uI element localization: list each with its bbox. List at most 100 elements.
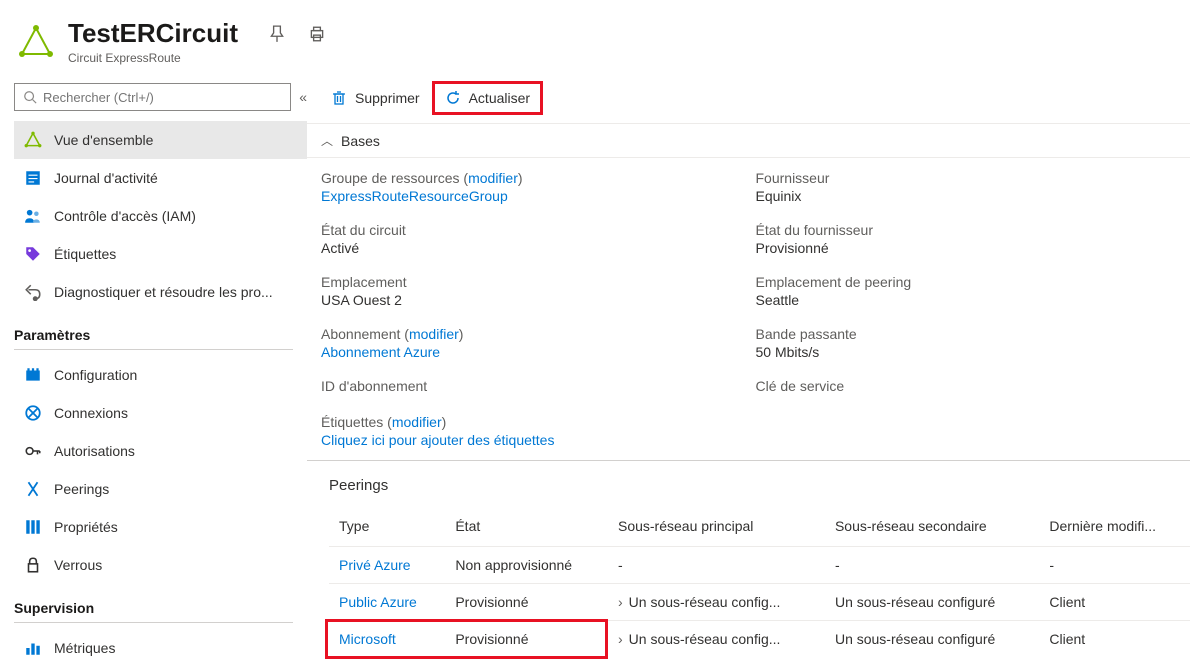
modify-link[interactable]: modifier [409,326,459,342]
pin-icon[interactable] [268,25,286,43]
peering-type[interactable]: Microsoft [329,621,445,658]
col-header: Sous-réseau principal [608,510,825,547]
sidebar-item-autorisations[interactable]: Autorisations [14,432,307,470]
peerings-table: TypeÉtatSous-réseau principalSous-réseau… [329,510,1190,657]
prop-value: Activé [321,240,736,256]
peering-state: Provisionné [445,584,608,621]
sidebar-item-activity-log[interactable]: Journal d'activité [14,159,307,197]
sidebar-item-label: Peerings [54,481,109,497]
prop-label: Clé de service [756,378,1171,394]
sidebar-item-connexions[interactable]: Connexions [14,394,307,432]
col-header: Sous-réseau secondaire [825,510,1039,547]
sidebar-item-label: Connexions [54,405,128,421]
prop-label: Bande passante [756,326,1171,342]
sidebar-item-overview[interactable]: Vue d'ensemble [14,121,307,159]
table-row[interactable]: Public AzureProvisionné› Un sous-réseau … [329,584,1190,621]
sidebar-item-label: Autorisations [54,443,135,459]
chevron-up-icon: ︿ [321,132,333,149]
diagnose-icon [24,283,42,301]
peering-secondary: - [825,547,1039,584]
sidebar-item-verrous[interactable]: Verrous [14,546,307,584]
prop-label: ID d'abonnement [321,378,736,394]
prop-value: Seattle [756,292,1171,308]
prop-value: USA Ouest 2 [321,292,736,308]
overview-icon [24,131,42,149]
bases-label: Bases [341,133,380,149]
sidebar-item-label: Contrôle d'accès (IAM) [54,208,196,224]
sidebar-item-label: Configuration [54,367,137,383]
peering-secondary: Un sous-réseau configuré [825,584,1039,621]
peering-primary: - [608,547,825,584]
peering-secondary: Un sous-réseau configuré [825,621,1039,658]
sidebar-item-label: Diagnostiquer et résoudre les pro... [54,284,273,300]
activity-log-icon [24,169,42,187]
iam-icon [24,207,42,225]
sidebar-item-label: Verrous [54,557,102,573]
peering-state: Non approvisionné [445,547,608,584]
sidebar-item-label: Propriétés [54,519,118,535]
sidebar-item-iam[interactable]: Contrôle d'accès (IAM) [14,197,307,235]
sidebar-item-proprietes[interactable]: Propriétés [14,508,307,546]
prop-label: Groupe de ressources (modifier) [321,170,736,186]
peering-primary: › Un sous-réseau config... [608,584,825,621]
metrics-icon [24,639,42,657]
search-input-wrap[interactable] [14,83,291,111]
trash-icon [331,90,347,106]
prop-label: État du fournisseur [756,222,1171,238]
chevron-right-icon: › [618,631,623,647]
collapse-sidebar-icon[interactable]: « [299,89,307,105]
sidebar-item-label: Journal d'activité [54,170,158,186]
search-input[interactable] [43,90,282,105]
tags-icon [24,245,42,263]
sidebar-item-peerings[interactable]: Peerings [14,470,307,508]
print-icon[interactable] [308,25,326,43]
peering-state: Provisionné [445,621,608,658]
delete-label: Supprimer [355,90,420,106]
prop-label: Emplacement [321,274,736,290]
prop-value: 50 Mbits/s [756,344,1171,360]
delete-button[interactable]: Supprimer [321,84,430,112]
bases-toggle[interactable]: ︿ Bases [307,123,1190,158]
peering-type[interactable]: Privé Azure [329,547,445,584]
refresh-icon [445,90,461,106]
refresh-label: Actualiser [469,90,530,106]
sidebar-item-label: Vue d'ensemble [54,132,153,148]
prop-value: ExpressRouteResourceGroup [321,188,736,204]
prop-label: Emplacement de peering [756,274,1171,290]
expressroute-icon [18,24,54,60]
page-title: TestERCircuit [68,18,238,49]
sidebar: « Vue d'ensemble Journal d'activité Cont… [0,73,307,667]
page-subtitle: Circuit ExpressRoute [68,51,238,65]
prop-label: Abonnement (modifier) [321,326,736,342]
col-header: État [445,510,608,547]
peering-type[interactable]: Public Azure [329,584,445,621]
prop-value: Equinix [756,188,1171,204]
prop-label: État du circuit [321,222,736,238]
chevron-right-icon: › [618,594,623,610]
table-row[interactable]: MicrosoftProvisionné › Un sous-réseau con… [329,621,1190,658]
section-parametres: Paramètres [14,311,293,350]
peering-last: - [1039,547,1190,584]
connections-icon [24,404,42,422]
col-header: Type [329,510,445,547]
refresh-button[interactable]: Actualiser [432,81,543,115]
col-header: Dernière modifi... [1039,510,1190,547]
sidebar-item-diagnose[interactable]: Diagnostiquer et résoudre les pro... [14,273,307,311]
section-supervision: Supervision [14,584,293,623]
sidebar-item-tags[interactable]: Étiquettes [14,235,307,273]
peerings-icon [24,480,42,498]
sidebar-item-configuration[interactable]: Configuration [14,356,307,394]
table-row[interactable]: Privé AzureNon approvisionné--- [329,547,1190,584]
search-icon [23,90,37,104]
peerings-title: Peerings [329,477,1190,494]
properties-icon [24,518,42,536]
peering-last: Client [1039,584,1190,621]
tags-label: Étiquettes (modifier) [321,414,1190,430]
tags-modify-link[interactable]: modifier [392,414,442,430]
prop-value: Abonnement Azure [321,344,736,360]
config-icon [24,366,42,384]
modify-link[interactable]: modifier [468,170,518,186]
sidebar-item-metriques[interactable]: Métriques [14,629,307,667]
add-tags-link[interactable]: Cliquez ici pour ajouter des étiquettes [321,432,554,448]
sidebar-item-label: Métriques [54,640,115,656]
